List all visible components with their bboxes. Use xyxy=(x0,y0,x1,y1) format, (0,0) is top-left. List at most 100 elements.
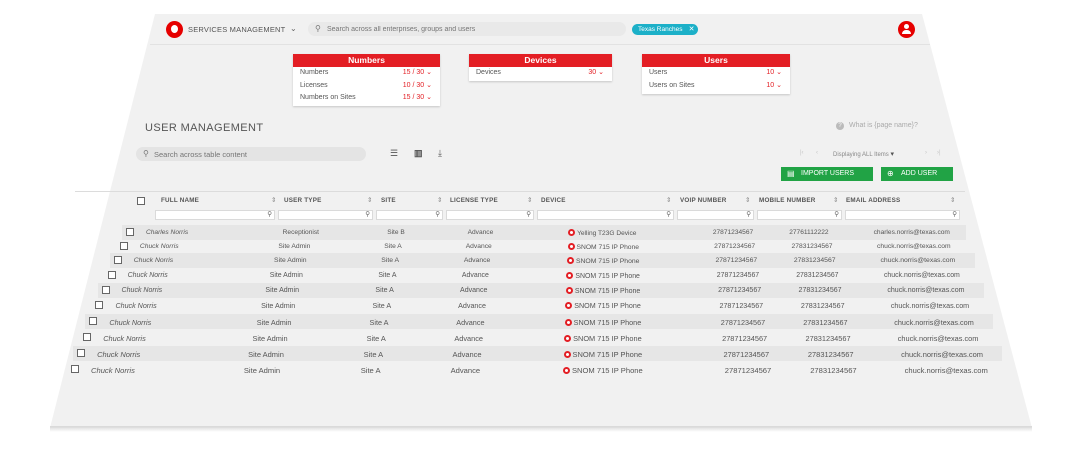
first-page-icon[interactable]: |‹ xyxy=(800,150,804,156)
users-card-title: Users xyxy=(642,54,790,67)
table-row[interactable] xyxy=(73,346,1002,361)
cell-voip: 27871234567 xyxy=(722,334,768,343)
header-divider xyxy=(150,44,930,45)
cell-license: Advance xyxy=(460,287,488,294)
cell-mobile: 27831234567 xyxy=(793,257,836,264)
global-search-input[interactable] xyxy=(327,23,617,35)
page-size-select[interactable]: Displaying ALL Items ▾ xyxy=(833,150,894,158)
last-page-icon[interactable]: ›| xyxy=(937,150,941,156)
cell-email: chuck.norris@texas.com xyxy=(887,287,965,294)
column-header-device[interactable]: DEVICE xyxy=(541,197,566,204)
row-checkbox[interactable] xyxy=(119,242,128,250)
summary-value-dropdown[interactable]: 10 ⌄ xyxy=(766,80,782,93)
column-header-mobile-number[interactable]: MOBILE NUMBER xyxy=(759,197,815,204)
sort-icon[interactable]: ⇕ xyxy=(666,196,671,204)
row-checkbox[interactable] xyxy=(89,317,98,325)
column-header-voip-number[interactable]: VOIP NUMBER xyxy=(680,197,727,204)
row-checkbox[interactable] xyxy=(71,365,79,373)
filter-input-full-name[interactable]: ⚲ xyxy=(155,210,275,220)
sort-icon[interactable]: ⇕ xyxy=(833,196,838,204)
user-account-icon[interactable] xyxy=(898,21,915,38)
cell-name: Chuck Norris xyxy=(121,287,163,294)
cell-type: Site Admin xyxy=(265,287,300,294)
cell-email: chuck.norris@texas.com xyxy=(890,302,970,310)
device-status-icon xyxy=(565,287,573,294)
cell-license: Advance xyxy=(465,243,492,250)
prev-page-icon[interactable]: ‹ xyxy=(816,150,818,156)
chevron-down-icon[interactable]: ⌄ xyxy=(290,24,297,33)
device-status-icon xyxy=(568,229,576,236)
sort-icon[interactable]: ⇕ xyxy=(271,196,276,204)
table-row[interactable] xyxy=(67,362,1006,377)
app-title[interactable]: SERVICES MANAGEMENT xyxy=(188,25,285,34)
filter-input-mobile-number[interactable]: ⚲ xyxy=(757,210,842,220)
summary-value-dropdown[interactable]: 10 ⌄ xyxy=(766,67,782,80)
close-icon[interactable]: ✕ xyxy=(689,24,695,35)
row-checkbox[interactable] xyxy=(77,349,86,357)
summary-value-dropdown[interactable]: 15 / 30 ⌄ xyxy=(403,67,432,80)
summary-value-dropdown[interactable]: 30 ⌄ xyxy=(588,67,604,80)
table-row[interactable] xyxy=(91,298,988,313)
filter-input-user-type[interactable]: ⚲ xyxy=(278,210,373,220)
column-header-license-type[interactable]: LICENSE TYPE xyxy=(450,197,498,204)
filter-input-device[interactable]: ⚲ xyxy=(537,210,674,220)
columns-icon[interactable]: ▥ xyxy=(414,148,423,159)
filter-input-voip-number[interactable]: ⚲ xyxy=(677,210,754,220)
cell-mobile: 27831234567 xyxy=(796,272,839,279)
download-icon[interactable]: ⤓ xyxy=(438,148,442,159)
table-row[interactable] xyxy=(104,268,980,283)
row-checkbox[interactable] xyxy=(107,271,116,279)
cell-type: Site Admin xyxy=(269,272,303,279)
table-row[interactable] xyxy=(116,239,971,254)
table-row[interactable] xyxy=(79,330,997,345)
filter-chip[interactable]: Texas Ranches ✕ xyxy=(632,24,699,35)
search-icon: ⚲ xyxy=(143,149,149,158)
cell-name: Chuck Norris xyxy=(97,350,141,359)
cell-site: Site A xyxy=(375,287,394,294)
row-checkbox[interactable] xyxy=(101,286,110,294)
filter-input-site[interactable]: ⚲ xyxy=(376,210,443,220)
row-checkbox[interactable] xyxy=(83,333,92,341)
summary-row: Users 10 ⌄ xyxy=(642,67,790,80)
add-user-button[interactable]: ⊕ ADD USER xyxy=(881,167,953,181)
help-link[interactable]: ? What is {page name}? xyxy=(836,122,918,130)
column-header-user-type[interactable]: USER TYPE xyxy=(284,197,322,204)
table-row[interactable] xyxy=(85,314,993,329)
table-row[interactable] xyxy=(109,253,975,268)
row-checkbox[interactable] xyxy=(95,301,104,309)
summary-value-dropdown[interactable]: 10 / 30 ⌄ xyxy=(403,80,432,93)
row-checkbox[interactable] xyxy=(126,228,134,236)
column-header-site[interactable]: SITE xyxy=(381,197,396,204)
column-header-full-name[interactable]: FULL NAME xyxy=(161,197,199,204)
table-row[interactable] xyxy=(97,283,984,298)
sort-icon[interactable]: ⇕ xyxy=(527,196,532,204)
filter-input-email-address[interactable]: ⚲ xyxy=(845,210,960,220)
cell-type: Site Admin xyxy=(243,366,281,375)
table-row[interactable] xyxy=(122,225,966,240)
select-all-checkbox[interactable] xyxy=(137,197,145,205)
column-header-email-address[interactable]: EMAIL ADDRESS xyxy=(846,197,900,204)
cell-voip: 27871234567 xyxy=(724,366,772,375)
next-page-icon[interactable]: › xyxy=(925,150,927,156)
row-checkbox[interactable] xyxy=(113,256,122,264)
cell-mobile: 27831234567 xyxy=(810,366,857,375)
cell-license: Advance xyxy=(458,302,486,310)
summary-label: Licenses xyxy=(300,81,328,89)
cell-site: Site A xyxy=(366,334,386,343)
sort-icon[interactable]: ⇕ xyxy=(437,196,442,204)
global-search-bar[interactable]: ⚲ xyxy=(308,22,626,36)
search-icon: ⚲ xyxy=(365,211,370,218)
import-users-button[interactable]: ▤ IMPORT USERS xyxy=(781,167,873,181)
cell-type: Site Admin xyxy=(261,302,296,310)
filter-icon[interactable]: ☰ xyxy=(390,148,398,159)
filter-input-license-type[interactable]: ⚲ xyxy=(446,210,534,220)
cell-license: Advance xyxy=(450,366,481,375)
table-search-bar[interactable]: ⚲ xyxy=(136,147,366,161)
summary-value-dropdown[interactable]: 15 / 30 ⌄ xyxy=(403,92,432,105)
table-search-input[interactable] xyxy=(154,148,354,160)
cell-email: charles.norris@texas.com xyxy=(873,229,950,236)
sort-icon[interactable]: ⇕ xyxy=(950,196,955,204)
brand-logo-icon[interactable] xyxy=(166,21,183,38)
sort-icon[interactable]: ⇕ xyxy=(745,196,750,204)
sort-icon[interactable]: ⇕ xyxy=(367,196,372,204)
